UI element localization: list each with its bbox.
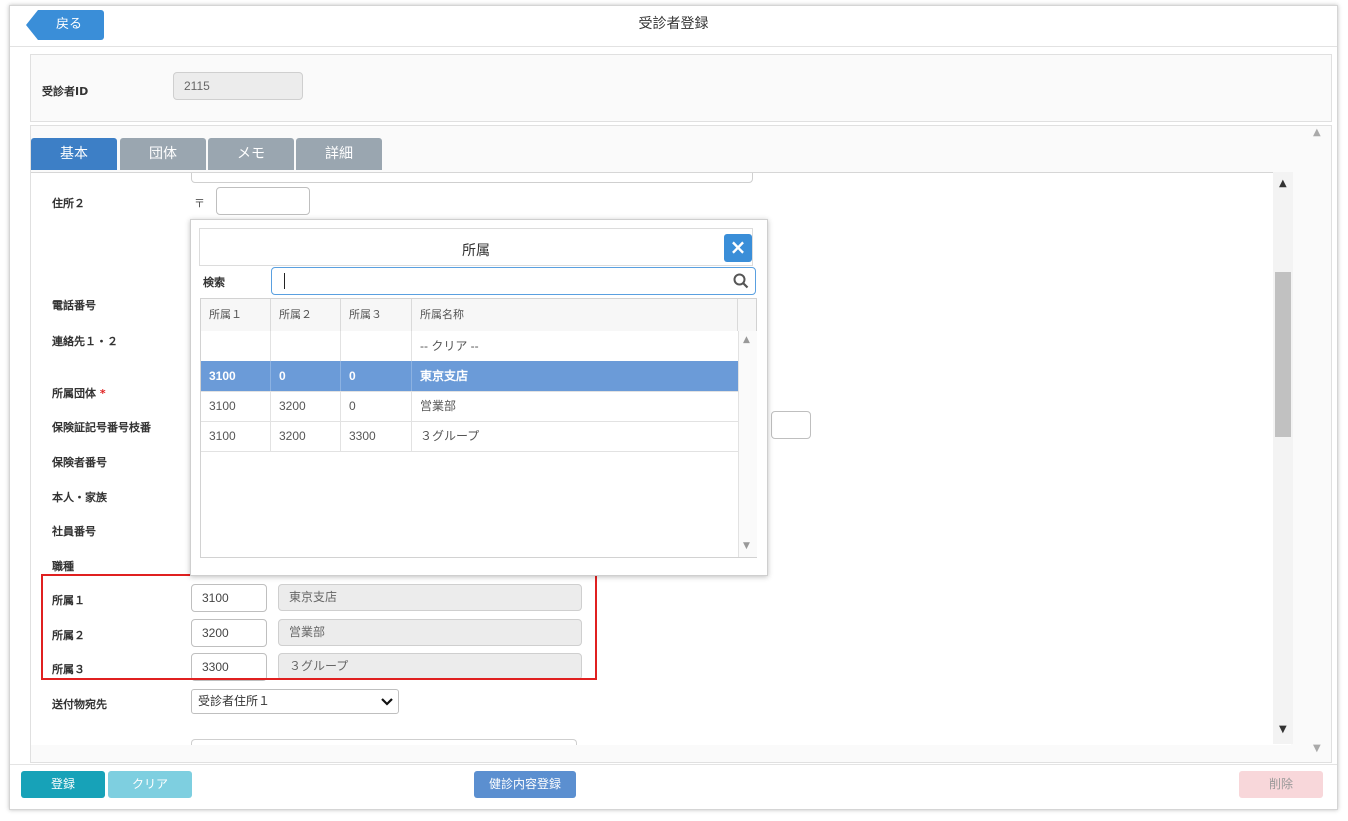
col-header-affil2[interactable]: 所属２ bbox=[271, 299, 341, 331]
delete-button[interactable]: 削除 bbox=[1239, 771, 1323, 798]
postal-code-input[interactable] bbox=[216, 187, 310, 215]
postal-mark: 〒 bbox=[194, 197, 205, 210]
group-label: 所属団体 * bbox=[52, 385, 106, 401]
footer-bar: 登録 クリア 健診内容登録 削除 bbox=[10, 764, 1337, 809]
page-title: 受診者登録 bbox=[638, 16, 709, 32]
cell-affil2: 0 bbox=[271, 361, 341, 391]
cell-affil3: 3300 bbox=[341, 421, 412, 451]
cell-affil1: 3100 bbox=[201, 421, 271, 451]
affiliation-grid: 所属１ 所属２ 所属３ 所属名称 -- クリア -- 3100 0 0 東京支店… bbox=[200, 298, 757, 558]
cell-name: 営業部 bbox=[420, 399, 457, 413]
insurance-card-label: 保険証記号番号枝番 bbox=[52, 421, 151, 434]
table-row[interactable]: 3100 3200 3300 ３グループ bbox=[201, 421, 738, 452]
cell-affil2 bbox=[271, 331, 341, 361]
send-select-value: 受診者住所１ bbox=[198, 694, 271, 708]
cell-name: -- クリア -- bbox=[420, 339, 479, 353]
text-cursor bbox=[284, 273, 285, 289]
insurance-branch-input[interactable] bbox=[771, 411, 811, 439]
scroll-down-icon[interactable]: ▼ bbox=[1279, 724, 1287, 735]
scroll-up-icon[interactable]: ▲ bbox=[1279, 178, 1287, 189]
table-row[interactable]: 3100 3200 0 営業部 bbox=[201, 391, 738, 422]
family-label: 本人・家族 bbox=[52, 491, 107, 504]
close-icon[interactable]: × bbox=[724, 234, 752, 262]
affiliation-highlight-box bbox=[41, 574, 597, 680]
affiliation-popup: 所属 × 検索 所属１ 所属２ 所属３ 所属名称 -- クリア -- 3100 … bbox=[190, 219, 768, 576]
popup-search-input[interactable] bbox=[271, 267, 756, 295]
employee-label: 社員番号 bbox=[52, 525, 96, 538]
patient-id-panel: 受診者ID 2115 bbox=[30, 54, 1332, 122]
tab-detail[interactable]: 詳細 bbox=[296, 138, 382, 170]
grid-scroll-up-icon[interactable]: ▲ bbox=[743, 335, 750, 345]
next-field-edge[interactable] bbox=[191, 739, 577, 745]
register-button[interactable]: 登録 bbox=[21, 771, 105, 798]
grid-scrollbar[interactable]: ▲ ▼ bbox=[738, 331, 757, 557]
insurer-label: 保険者番号 bbox=[52, 456, 107, 469]
tab-basic[interactable]: 基本 bbox=[31, 138, 117, 170]
back-button-label: 戻る bbox=[55, 17, 82, 32]
inner-scrollbar[interactable] bbox=[1273, 172, 1293, 744]
send-label: 送付物宛先 bbox=[52, 698, 107, 711]
cell-name: ３グループ bbox=[420, 429, 480, 443]
cell-affil1: 3100 bbox=[201, 391, 271, 421]
group-label-text: 所属団体 bbox=[52, 387, 96, 400]
cell-affil3: 0 bbox=[341, 391, 412, 421]
outer-scroll-down-icon[interactable]: ▼ bbox=[1313, 743, 1321, 754]
cell-affil3: 0 bbox=[341, 361, 412, 391]
search-icon[interactable] bbox=[733, 273, 749, 289]
address2-label: 住所２ bbox=[52, 197, 85, 210]
table-row-selected[interactable]: 3100 0 0 東京支店 bbox=[201, 361, 738, 392]
col-header-spacer bbox=[738, 299, 756, 331]
cell-affil2: 3200 bbox=[271, 421, 341, 451]
address1-field-edge[interactable] bbox=[191, 173, 753, 183]
col-header-affil1[interactable]: 所属１ bbox=[201, 299, 271, 331]
required-mark: * bbox=[99, 387, 106, 400]
clear-button[interactable]: クリア bbox=[108, 771, 192, 798]
send-select[interactable]: 受診者住所１ bbox=[191, 689, 399, 714]
cell-affil1 bbox=[201, 331, 271, 361]
tab-group[interactable]: 団体 bbox=[120, 138, 206, 170]
outer-scroll-up-icon[interactable]: ▲ bbox=[1313, 127, 1321, 138]
page-header: 受診者登録 戻る bbox=[10, 6, 1337, 47]
table-row[interactable]: -- クリア -- bbox=[201, 331, 738, 362]
patient-id-label: 受診者ID bbox=[42, 85, 89, 98]
job-label: 職種 bbox=[52, 560, 74, 573]
patient-id-field: 2115 bbox=[173, 72, 303, 100]
cell-affil3 bbox=[341, 331, 412, 361]
chevron-down-icon bbox=[381, 698, 393, 706]
popup-search-label: 検索 bbox=[203, 276, 225, 289]
phone-label: 電話番号 bbox=[52, 299, 96, 312]
popup-title: 所属 bbox=[199, 228, 753, 266]
cell-affil2: 3200 bbox=[271, 391, 341, 421]
col-header-affil3[interactable]: 所属３ bbox=[341, 299, 412, 331]
cell-affil1: 3100 bbox=[201, 361, 271, 391]
cell-name: 東京支店 bbox=[420, 369, 469, 383]
col-header-name[interactable]: 所属名称 bbox=[412, 299, 738, 331]
grid-scroll-down-icon[interactable]: ▼ bbox=[743, 541, 750, 551]
inner-scrollbar-thumb[interactable] bbox=[1275, 272, 1291, 437]
tab-memo[interactable]: メモ bbox=[208, 138, 294, 170]
back-button[interactable]: 戻る bbox=[26, 10, 104, 40]
health-register-button[interactable]: 健診内容登録 bbox=[474, 771, 576, 798]
contact-label: 連絡先１・２ bbox=[52, 335, 118, 348]
